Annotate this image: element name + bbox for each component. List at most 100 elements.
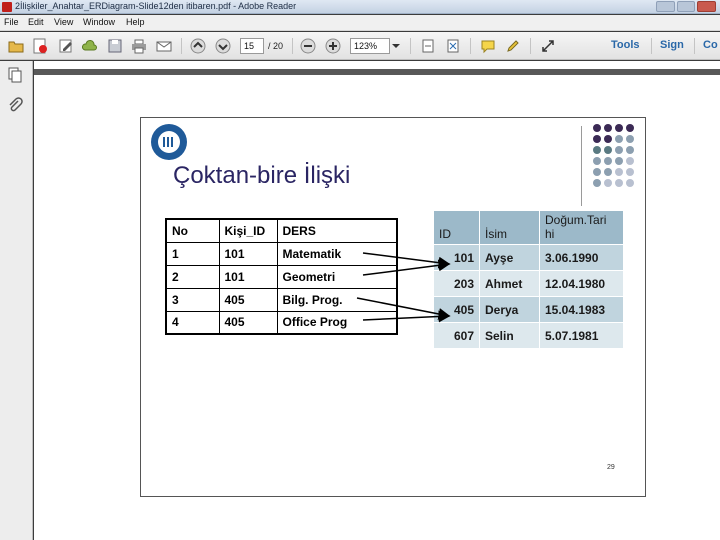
toolbar: 15 / 20 123% Tools Sign Co — [0, 32, 720, 60]
table-cell: Geometri — [276, 264, 398, 289]
adobe-reader-icon — [2, 2, 12, 12]
menu-help[interactable]: Help — [126, 17, 145, 27]
comment-pane-button[interactable]: Co — [703, 39, 718, 51]
attachment-icon[interactable] — [7, 97, 23, 113]
menu-view[interactable]: View — [54, 17, 73, 27]
open-file-icon[interactable] — [8, 38, 24, 54]
table-cell: 12.04.1980 — [539, 270, 624, 297]
fit-page-icon[interactable] — [420, 38, 436, 54]
header-cell: DERS — [276, 218, 398, 243]
decorative-dot — [615, 135, 623, 143]
table-cell: Ahmet — [479, 270, 540, 297]
menu-file[interactable]: File — [4, 17, 19, 27]
zoom-in-icon[interactable] — [325, 38, 341, 54]
header-cell: Kişi_ID — [218, 218, 278, 243]
menu-edit[interactable]: Edit — [28, 17, 44, 27]
table-cell: 405 — [218, 310, 278, 335]
left-table: No Kişi_ID DERS 1 101 Matematik 2 101 Ge… — [165, 218, 398, 335]
table-cell: 1 — [165, 241, 220, 266]
zoom-level-input[interactable]: 123% — [350, 38, 390, 54]
table-row: 2 101 Geometri — [165, 264, 398, 289]
menu-window[interactable]: Window — [83, 17, 115, 27]
next-page-icon[interactable] — [215, 38, 231, 54]
decorative-dot — [615, 146, 623, 154]
table-cell: 607 — [433, 322, 480, 349]
table-row: 3 405 Bilg. Prog. — [165, 287, 398, 312]
comment-icon[interactable] — [480, 38, 496, 54]
table-cell: 405 — [218, 287, 278, 312]
print-icon[interactable] — [131, 38, 147, 54]
header-cell: ID — [433, 210, 480, 245]
decorative-dot — [604, 124, 612, 132]
fit-width-icon[interactable] — [445, 38, 461, 54]
document-view[interactable]: Çoktan-bire İlişki No Kişi_ID DERS 1 101… — [34, 61, 720, 540]
table-cell: 405 — [433, 296, 480, 323]
table-cell: 101 — [218, 264, 278, 289]
email-icon[interactable] — [156, 38, 172, 54]
decorative-dot — [626, 124, 634, 132]
decorative-dot — [593, 168, 601, 176]
window-title-bar: 2İlişkiler_Anahtar_ERDiagram-Slide12den … — [0, 0, 720, 14]
decorative-dot — [626, 146, 634, 154]
decorative-dot — [593, 135, 601, 143]
table-cell: 4 — [165, 310, 220, 335]
header-cell: Doğum.Tari hi — [539, 210, 624, 245]
decorative-dot — [593, 157, 601, 165]
pdf-page: Çoktan-bire İlişki No Kişi_ID DERS 1 101… — [140, 117, 646, 497]
table-row: 1 101 Matematik — [165, 241, 398, 266]
table-cell: Ayşe — [479, 244, 540, 271]
decorative-dot — [615, 168, 623, 176]
header-cell: No — [165, 218, 220, 243]
slide-page-number: 29 — [607, 464, 615, 471]
edit-icon[interactable] — [58, 38, 74, 54]
create-pdf-icon[interactable] — [32, 38, 48, 54]
decorative-dots — [593, 124, 634, 187]
table-cell: 203 — [433, 270, 480, 297]
table-cell: Selin — [479, 322, 540, 349]
decorative-dot — [593, 179, 601, 187]
divider — [581, 126, 582, 206]
table-row: 607 Selin 5.07.1981 — [433, 322, 624, 349]
header-cell: İsim — [479, 210, 540, 245]
previous-page-icon[interactable] — [190, 38, 206, 54]
table-cell: Matematik — [276, 241, 398, 266]
right-table: ID İsim Doğum.Tari hi 101 Ayşe 3.06.1990… — [433, 210, 624, 349]
decorative-dot — [615, 157, 623, 165]
decorative-dot — [604, 168, 612, 176]
maximize-button[interactable] — [676, 1, 696, 12]
page-total: / 20 — [268, 41, 284, 51]
slide-title: Çoktan-bire İlişki — [173, 162, 351, 189]
tools-pane-button[interactable]: Tools — [611, 39, 640, 51]
table-header-row: ID İsim Doğum.Tari hi — [433, 210, 624, 245]
highlight-icon[interactable] — [505, 38, 521, 54]
decorative-dot — [626, 168, 634, 176]
table-cell: 3.06.1990 — [539, 244, 624, 271]
decorative-dot — [604, 157, 612, 165]
university-logo — [151, 124, 187, 160]
page-number-input[interactable]: 15 — [240, 38, 264, 54]
decorative-dot — [593, 146, 601, 154]
previous-page-edge — [34, 69, 720, 75]
menu-bar: File Edit View Window Help — [0, 15, 720, 31]
table-row: 203 Ahmet 12.04.1980 — [433, 270, 624, 297]
cloud-upload-icon[interactable] — [82, 38, 98, 54]
decorative-dot — [626, 157, 634, 165]
table-cell: 101 — [433, 244, 480, 271]
zoom-out-icon[interactable] — [300, 38, 316, 54]
chevron-down-icon[interactable] — [390, 38, 402, 54]
expand-icon[interactable] — [540, 38, 556, 54]
sign-pane-button[interactable]: Sign — [660, 39, 684, 51]
table-cell: 3 — [165, 287, 220, 312]
decorative-dot — [615, 124, 623, 132]
decorative-dot — [615, 179, 623, 187]
table-cell: Derya — [479, 296, 540, 323]
table-row: 405 Derya 15.04.1983 — [433, 296, 624, 323]
decorative-dot — [593, 124, 601, 132]
decorative-dot — [626, 179, 634, 187]
minimize-button[interactable] — [656, 1, 675, 12]
close-button[interactable] — [697, 1, 717, 12]
save-icon[interactable] — [107, 38, 123, 54]
page-thumbnails-icon[interactable] — [7, 67, 23, 83]
window-controls — [656, 1, 717, 12]
table-cell: Office Prog — [276, 310, 398, 335]
